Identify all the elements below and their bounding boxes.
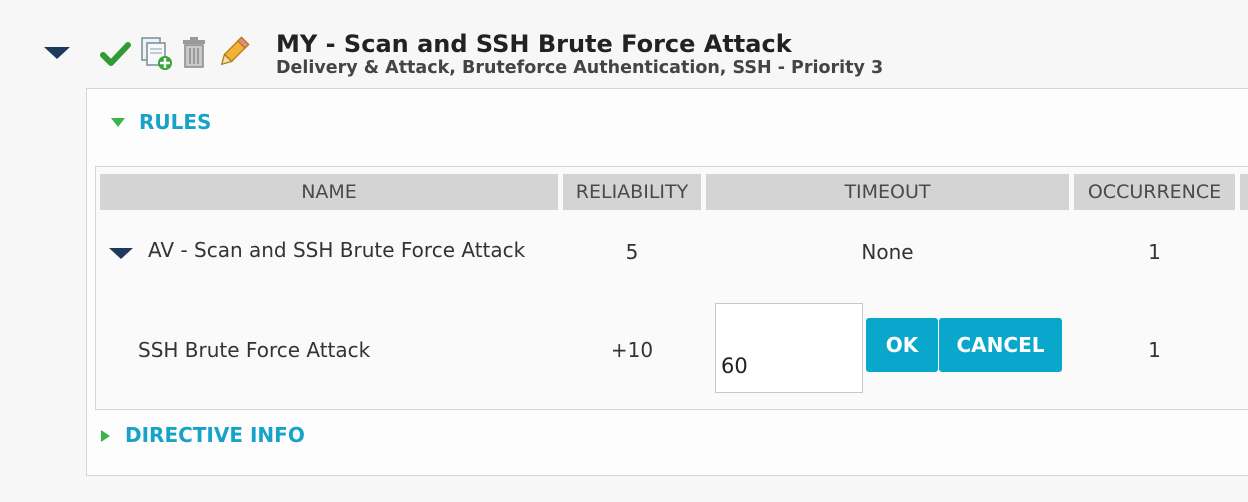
rule-name: AV - Scan and SSH Brute Force Attack [148, 238, 526, 262]
subrule-reliability: +10 [610, 338, 654, 362]
pencil-icon[interactable] [216, 36, 250, 70]
rules-expand-icon[interactable] [111, 118, 125, 127]
column-header-name[interactable]: NAME [100, 174, 558, 210]
rule-collapse-icon[interactable] [109, 248, 133, 259]
column-header-timeout[interactable]: TIMEOUT [706, 174, 1069, 210]
cancel-button[interactable]: CANCEL [939, 318, 1062, 372]
rule-reliability: 5 [625, 240, 639, 264]
column-header-occurrence[interactable]: OCCURRENCE [1074, 174, 1235, 210]
rule-timeout: None [861, 240, 914, 264]
rules-section-title[interactable]: RULES [139, 110, 211, 134]
column-header-reliability[interactable]: RELIABILITY [563, 174, 701, 210]
directive-info-expand-icon[interactable] [101, 430, 110, 442]
collapse-directive-icon[interactable] [44, 47, 70, 59]
timeout-input[interactable] [715, 303, 863, 393]
directive-info-title[interactable]: DIRECTIVE INFO [125, 423, 305, 447]
checkmark-icon[interactable] [100, 40, 132, 68]
column-header-extra [1240, 174, 1248, 210]
trash-icon[interactable] [180, 36, 208, 70]
clone-icon[interactable] [140, 36, 174, 72]
ok-button[interactable]: OK [866, 318, 938, 372]
rule-occurrence: 1 [1148, 240, 1161, 264]
directive-title: MY - Scan and SSH Brute Force Attack [276, 30, 792, 58]
subrule-occurrence: 1 [1148, 338, 1161, 362]
directive-subtitle: Delivery & Attack, Bruteforce Authentica… [276, 58, 884, 78]
subrule-name: SSH Brute Force Attack [138, 338, 371, 362]
